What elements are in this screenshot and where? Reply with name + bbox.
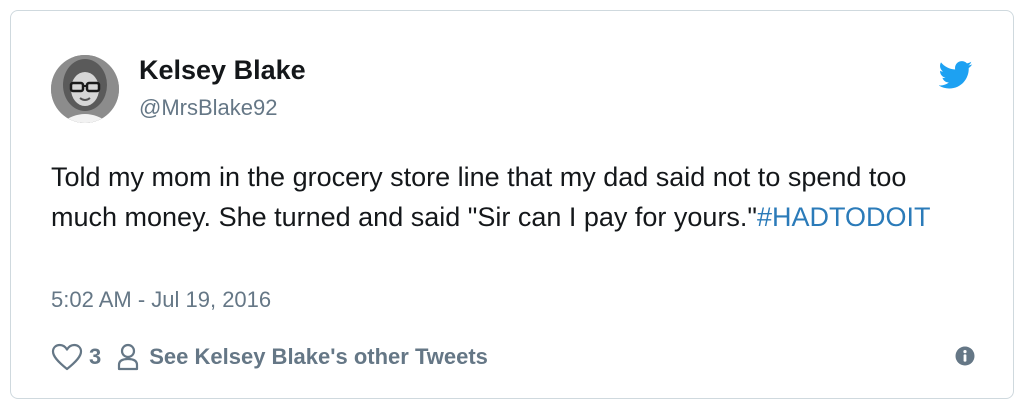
person-icon: [118, 343, 139, 371]
other-tweets-label: See Kelsey Blake's other Tweets: [149, 344, 488, 369]
author-name[interactable]: Kelsey Blake: [139, 55, 306, 86]
tweet-timestamp[interactable]: 5:02 AM - Jul 19, 2016: [51, 287, 271, 313]
hashtag-link[interactable]: #HADTODOIT: [757, 202, 931, 232]
other-tweets-link[interactable]: See Kelsey Blake's other Tweets: [117, 343, 488, 371]
twitter-bird-icon[interactable]: [939, 61, 973, 89]
tweet-actions: 3 See Kelsey Blake's other Tweets: [51, 341, 488, 373]
avatar-image: [51, 55, 119, 123]
like-count: 3: [89, 344, 102, 369]
tweet-card[interactable]: Kelsey Blake @MrsBlake92 Told my mom in …: [10, 10, 1014, 399]
author-handle[interactable]: @MrsBlake92: [139, 95, 278, 121]
info-icon[interactable]: [955, 346, 975, 366]
like-button[interactable]: 3: [51, 343, 101, 371]
avatar[interactable]: [51, 55, 119, 123]
heart-icon: [51, 343, 83, 371]
tweet-text: Told my mom in the grocery store line th…: [51, 157, 951, 237]
